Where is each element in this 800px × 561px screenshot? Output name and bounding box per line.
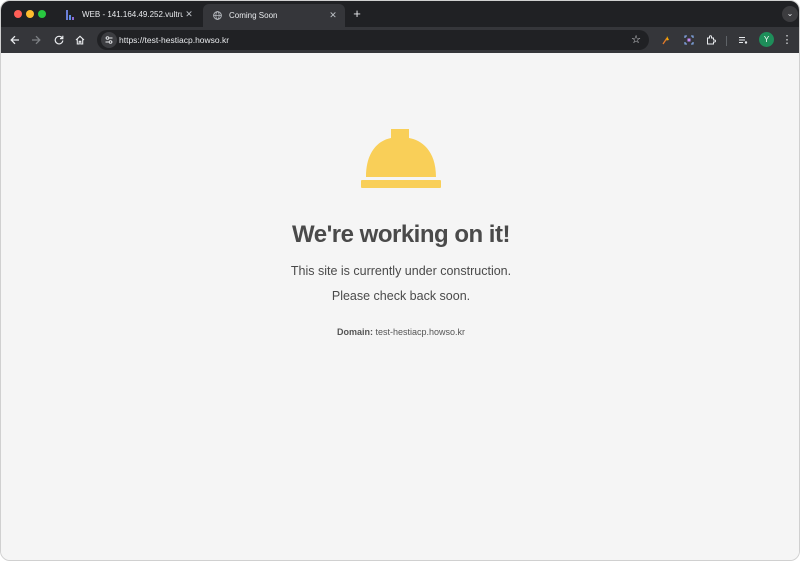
address-bar[interactable]: https://test-hestiacp.howso.kr ☆ bbox=[97, 30, 649, 50]
forward-arrow-icon[interactable] bbox=[28, 32, 44, 48]
tab-search-chevron-icon[interactable]: ⌄ bbox=[782, 6, 798, 22]
page-content: We're working on it! This site is curren… bbox=[1, 53, 799, 560]
window-minimize-button[interactable] bbox=[26, 10, 34, 18]
site-settings-icon[interactable] bbox=[101, 32, 117, 48]
window-close-button[interactable] bbox=[14, 10, 22, 18]
reload-icon[interactable] bbox=[51, 32, 67, 48]
tab-close-icon[interactable]: ✕ bbox=[183, 9, 195, 20]
construction-message: This site is currently under constructio… bbox=[290, 264, 512, 278]
profile-avatar[interactable]: Y bbox=[759, 32, 774, 47]
tab-title: WEB - 141.164.49.252.vultrus bbox=[82, 10, 183, 19]
page-title: We're working on it! bbox=[292, 221, 510, 248]
toolbar-divider bbox=[726, 36, 727, 46]
extensions-puzzle-icon[interactable] bbox=[703, 32, 719, 48]
url-text[interactable]: https://test-hestiacp.howso.kr bbox=[119, 35, 229, 45]
tab-coming-soon[interactable]: Coming Soon ✕ bbox=[203, 4, 345, 27]
media-queue-icon[interactable] bbox=[735, 32, 751, 48]
domain-label: Domain: bbox=[336, 327, 373, 337]
domain-value: test-hestiacp.howso.kr bbox=[375, 327, 466, 337]
globe-icon bbox=[213, 11, 222, 20]
new-tab-button[interactable]: + bbox=[349, 6, 365, 22]
tab-title: Coming Soon bbox=[229, 11, 278, 20]
extension-screenshot-icon[interactable] bbox=[681, 32, 697, 48]
extension-feather-icon[interactable] bbox=[658, 32, 674, 48]
tab-web-admin[interactable]: WEB - 141.164.49.252.vultrus ✕ bbox=[56, 4, 201, 25]
browser-window: WEB - 141.164.49.252.vultrus ✕ Coming So… bbox=[0, 0, 800, 561]
tab-close-icon[interactable]: ✕ bbox=[327, 10, 339, 21]
home-icon[interactable] bbox=[72, 32, 88, 48]
bookmark-star-icon[interactable]: ☆ bbox=[631, 33, 641, 47]
check-back-message: Please check back soon. bbox=[331, 289, 471, 303]
hard-hat-icon bbox=[361, 129, 441, 188]
browser-menu-icon[interactable]: ⋮ bbox=[780, 32, 794, 48]
domain-info: Domain: test-hestiacp.howso.kr bbox=[1, 327, 799, 337]
browser-toolbar: https://test-hestiacp.howso.kr ☆ Y ⋮ bbox=[1, 27, 799, 53]
hestia-icon bbox=[66, 9, 75, 20]
window-maximize-button[interactable] bbox=[38, 10, 46, 18]
back-arrow-icon[interactable] bbox=[7, 32, 23, 48]
tab-strip: WEB - 141.164.49.252.vultrus ✕ Coming So… bbox=[1, 1, 799, 27]
